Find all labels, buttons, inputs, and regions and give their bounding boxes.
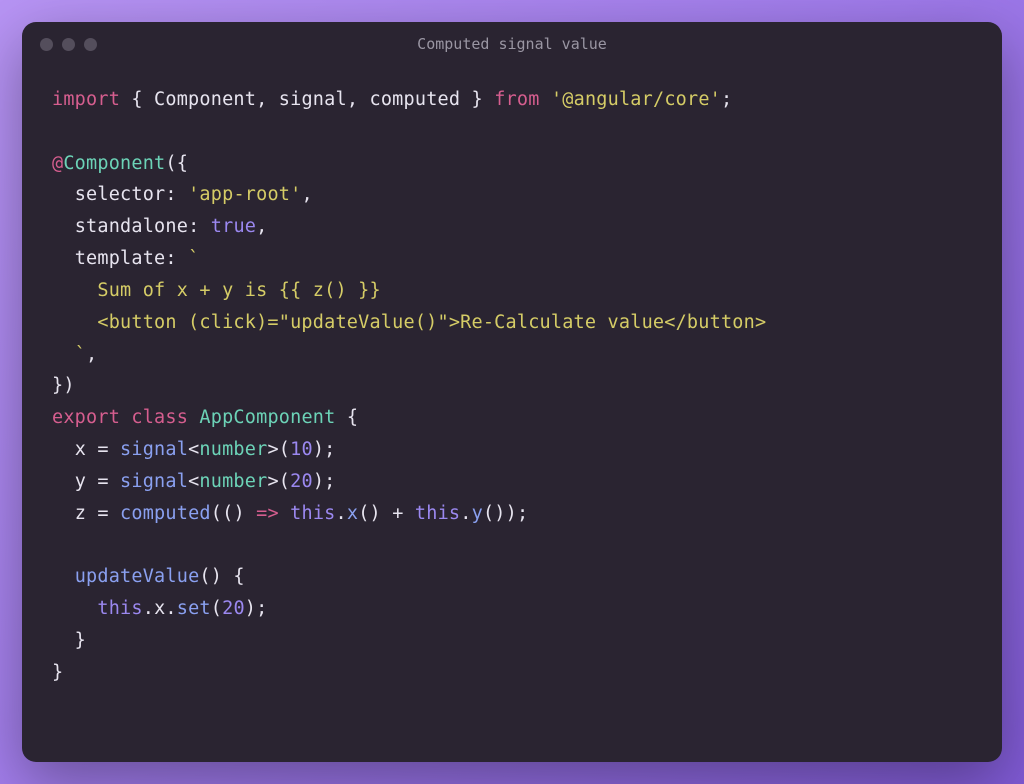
code-token: y	[472, 503, 483, 524]
window-controls	[40, 38, 97, 51]
code-token: .	[336, 503, 347, 524]
code-token: =>	[256, 503, 279, 524]
code-token: signal	[120, 471, 188, 492]
code-token: this	[290, 503, 335, 524]
code-token: x	[75, 439, 86, 460]
code-token: export	[52, 407, 120, 428]
code-token: );	[313, 471, 336, 492]
titlebar: Computed signal value	[22, 22, 1002, 66]
code-token: Sum of x + y is {{ z() }}	[52, 280, 381, 301]
code-token: this	[415, 503, 460, 524]
window-title: Computed signal value	[22, 35, 1002, 53]
code-token: set	[177, 598, 211, 619]
code-token	[52, 184, 75, 205]
code-token	[52, 503, 75, 524]
code-block: import { Component, signal, computed } f…	[22, 66, 1002, 762]
code-token: :	[165, 248, 188, 269]
code-token: 20	[290, 471, 313, 492]
code-token	[540, 89, 551, 110]
code-token: >(	[267, 439, 290, 460]
code-token: z	[75, 503, 86, 524]
code-token: x	[347, 503, 358, 524]
code-token: );	[245, 598, 268, 619]
code-token	[188, 407, 199, 428]
code-token	[120, 407, 131, 428]
code-token: selector	[75, 184, 166, 205]
code-token: ,	[347, 89, 370, 110]
code-token: ({	[165, 153, 188, 174]
close-icon[interactable]	[40, 38, 53, 51]
code-token: () {	[199, 566, 244, 587]
code-token	[52, 598, 97, 619]
code-token: Component	[63, 153, 165, 174]
code-token: import	[52, 89, 120, 110]
code-token: {	[335, 407, 358, 428]
code-token: this	[97, 598, 142, 619]
code-token: signal	[120, 439, 188, 460]
code-window: Computed signal value import { Component…	[22, 22, 1002, 762]
code-token: {	[120, 89, 154, 110]
code-token: true	[211, 216, 256, 237]
code-token: x	[154, 598, 165, 619]
code-token: >(	[267, 471, 290, 492]
code-token: class	[131, 407, 188, 428]
code-token: 20	[222, 598, 245, 619]
code-token: <button (click)="updateValue()">Re-Calcu…	[52, 312, 766, 333]
code-token: .	[460, 503, 471, 524]
code-token: y	[75, 471, 86, 492]
code-token: :	[165, 184, 188, 205]
code-token: number	[199, 471, 267, 492]
code-token: =	[86, 471, 120, 492]
code-token: 10	[290, 439, 313, 460]
code-token: <	[188, 439, 199, 460]
code-token: =	[86, 503, 120, 524]
code-token: ,	[301, 184, 312, 205]
code-token: (()	[211, 503, 256, 524]
code-token: template	[75, 248, 166, 269]
code-token: ());	[483, 503, 528, 524]
code-token	[279, 503, 290, 524]
code-token: () +	[358, 503, 415, 524]
code-token: updateValue	[75, 566, 200, 587]
code-token: standalone	[75, 216, 188, 237]
code-token: })	[52, 375, 75, 396]
code-token: `	[75, 344, 86, 365]
code-token: computed	[370, 89, 461, 110]
code-token	[52, 471, 75, 492]
code-token: AppComponent	[199, 407, 335, 428]
code-token: :	[188, 216, 211, 237]
code-token: .	[165, 598, 176, 619]
code-token: 'app-root'	[188, 184, 301, 205]
code-token: ,	[256, 216, 267, 237]
maximize-icon[interactable]	[84, 38, 97, 51]
code-token: Component	[154, 89, 256, 110]
code-token: signal	[279, 89, 347, 110]
code-token: '@angular/core'	[551, 89, 721, 110]
code-token: ;	[721, 89, 732, 110]
code-token: @	[52, 153, 63, 174]
code-token	[52, 566, 75, 587]
code-token: <	[188, 471, 199, 492]
code-token: ,	[86, 344, 97, 365]
code-token: .	[143, 598, 154, 619]
code-token: `	[188, 248, 199, 269]
code-token: number	[199, 439, 267, 460]
code-token: );	[313, 439, 336, 460]
code-token	[52, 216, 75, 237]
code-token	[52, 248, 75, 269]
code-token: ,	[256, 89, 279, 110]
code-token: }	[52, 662, 63, 683]
code-token	[52, 344, 75, 365]
code-token: }	[52, 630, 86, 651]
code-token: from	[494, 89, 539, 110]
code-token: }	[460, 89, 494, 110]
code-token: (	[211, 598, 222, 619]
code-token: computed	[120, 503, 211, 524]
code-token	[52, 439, 75, 460]
code-token: =	[86, 439, 120, 460]
minimize-icon[interactable]	[62, 38, 75, 51]
